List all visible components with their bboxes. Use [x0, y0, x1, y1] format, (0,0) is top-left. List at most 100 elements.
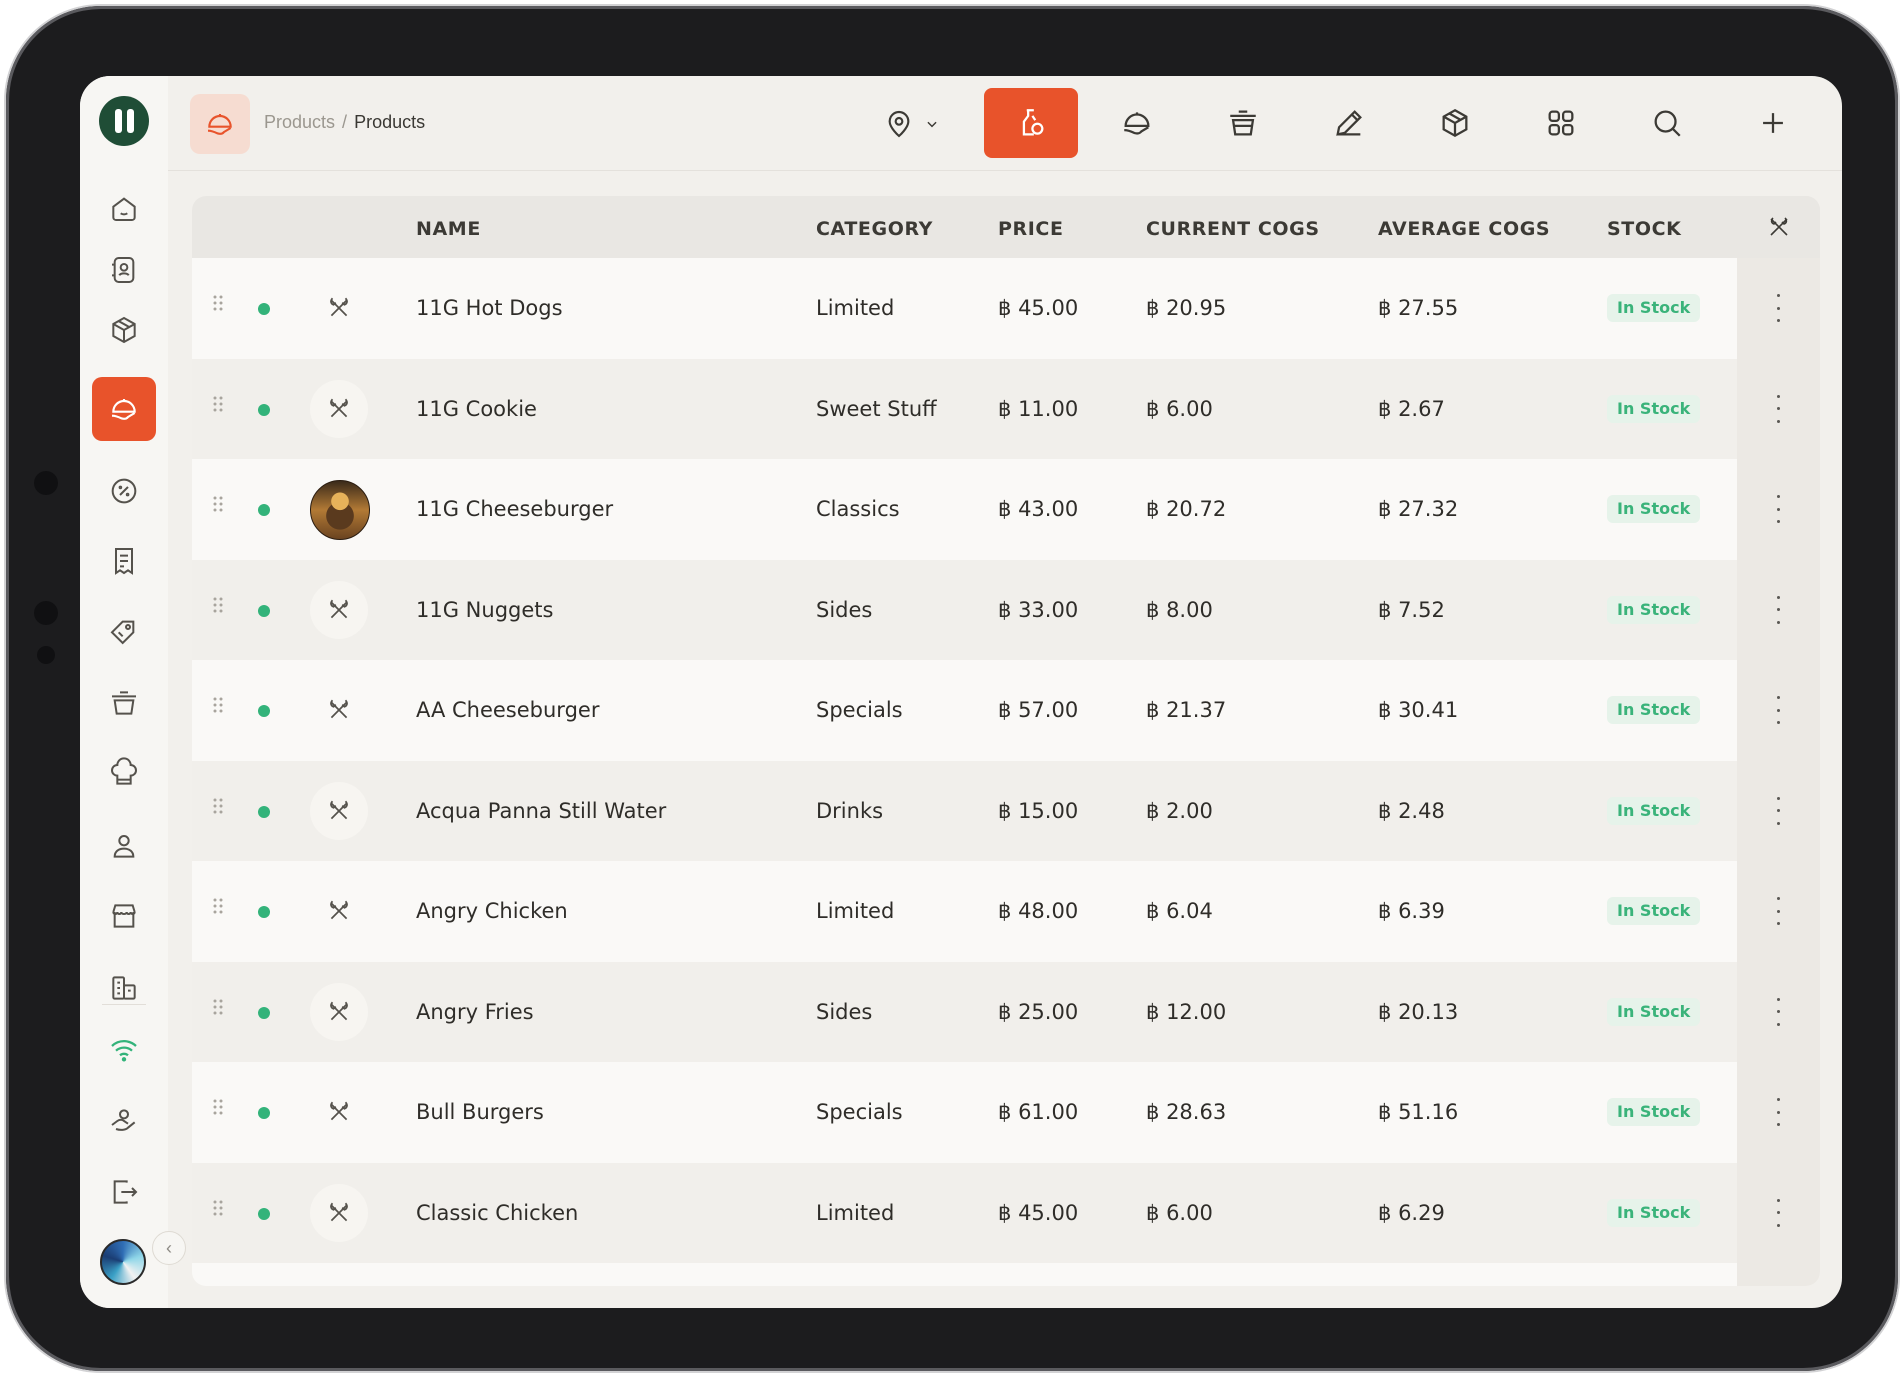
- sidebar-item-staff[interactable]: [92, 814, 156, 878]
- product-placeholder: [310, 379, 368, 438]
- product-price: ฿ 45.00: [998, 296, 1078, 320]
- table-row[interactable]: Acqua Panna Still Water Drinks ฿ 15.00 ฿ 2.…: [192, 760, 1737, 861]
- column-header-current-cogs[interactable]: CURRENT COGS: [1146, 218, 1320, 240]
- table-row[interactable]: 11G Cookie Sweet Stuff ฿ 11.00 ฿ 6.00 ฿ 2.67…: [192, 358, 1737, 459]
- collapse-sidebar-button[interactable]: ‹: [152, 1231, 186, 1265]
- search-button[interactable]: [1620, 88, 1714, 158]
- row-menu-icon[interactable]: [1775, 495, 1781, 523]
- sidebar-item-support[interactable]: [92, 1089, 156, 1153]
- row-menu-icon[interactable]: [1775, 294, 1781, 322]
- product-name[interactable]: 11G Cookie: [416, 397, 537, 421]
- product-image: [310, 480, 370, 540]
- avatar[interactable]: [100, 1239, 146, 1285]
- sidebar-item-products[interactable]: [92, 377, 156, 441]
- product-name[interactable]: Bull Burgers: [416, 1100, 544, 1124]
- row-menu-icon[interactable]: [1775, 1098, 1781, 1126]
- table-row[interactable]: AA Cheeseburger Specials ฿ 57.00 ฿ 21.37 ฿ 3…: [192, 660, 1737, 760]
- table-row[interactable]: Angry Chicken Limited ฿ 48.00 ฿ 6.04 ฿ 6.39 I…: [192, 861, 1737, 961]
- currency-symbol: ฿: [1378, 296, 1392, 320]
- active-status-dot: [258, 1107, 270, 1119]
- product-name[interactable]: Acqua Panna Still Water: [416, 799, 666, 823]
- chevron-left-icon: ‹: [166, 1237, 172, 1258]
- sidebar-item-chef[interactable]: [92, 741, 156, 805]
- table-row[interactable]: 11G Cheeseburger Classics ฿ 43.00 ฿ 20.72 ฿ …: [192, 459, 1737, 559]
- stock-badge: In Stock: [1607, 897, 1701, 925]
- food-tray-icon: [111, 399, 136, 420]
- drag-handle-icon[interactable]: [212, 1199, 224, 1217]
- currency-symbol: ฿: [1378, 798, 1392, 823]
- product-name[interactable]: 11G Cheeseburger: [416, 497, 613, 521]
- sidebar-item-connectivity[interactable]: [92, 1018, 156, 1082]
- product-name[interactable]: 11G Hot Dogs: [416, 296, 563, 320]
- row-menu-icon[interactable]: [1775, 595, 1781, 624]
- row-menu-icon[interactable]: [1775, 394, 1781, 423]
- currency-symbol: ฿: [1378, 1100, 1392, 1124]
- sidebar-item-logout[interactable]: [92, 1160, 156, 1224]
- table-row[interactable]: Bull Burgers Specials ฿ 61.00 ฿ 28.63 ฿ 51.1…: [192, 1062, 1737, 1162]
- stock-badge: In Stock: [1607, 796, 1701, 825]
- pots-tab[interactable]: [1196, 88, 1290, 158]
- ingredients-tab[interactable]: [984, 88, 1078, 158]
- currency-symbol: ฿: [998, 497, 1012, 521]
- average-cogs-value: 27.55: [1398, 296, 1459, 320]
- currency-symbol: ฿: [1378, 899, 1392, 923]
- product-name[interactable]: Classic Chicken: [416, 1201, 578, 1225]
- row-menu-icon[interactable]: [1775, 1198, 1781, 1227]
- average-cogs-value: 7.52: [1398, 597, 1445, 622]
- drag-handle-icon[interactable]: [212, 897, 224, 915]
- products-tab[interactable]: [1090, 88, 1184, 158]
- location-selector[interactable]: [883, 102, 963, 146]
- drag-handle-icon[interactable]: [212, 797, 224, 815]
- app-logo[interactable]: [99, 96, 149, 146]
- sidebar-item-store[interactable]: [92, 884, 156, 948]
- currency-symbol: ฿: [998, 1100, 1012, 1124]
- column-header-category[interactable]: CATEGORY: [816, 218, 933, 240]
- active-status-dot: [258, 1207, 270, 1220]
- edit-tab[interactable]: [1302, 88, 1396, 158]
- utensils-icon: [330, 800, 348, 819]
- breadcrumb-parent[interactable]: Products: [264, 112, 335, 132]
- sidebar-item-tags[interactable]: [92, 599, 156, 663]
- price-value: 61.00: [1018, 1100, 1079, 1124]
- table-row[interactable]: Angry Fries Sides ฿ 25.00 ฿ 12.00 ฿ 20.13 In …: [192, 961, 1737, 1062]
- column-settings-button[interactable]: [1737, 196, 1820, 258]
- product-name[interactable]: AA Cheeseburger: [416, 698, 599, 722]
- product-name[interactable]: 11G Nuggets: [416, 598, 553, 622]
- product-name[interactable]: Angry Chicken: [416, 899, 568, 923]
- column-header-average-cogs[interactable]: AVERAGE COGS: [1378, 218, 1550, 240]
- row-menu-icon[interactable]: [1775, 997, 1781, 1026]
- drag-handle-icon[interactable]: [212, 998, 224, 1016]
- drag-handle-icon[interactable]: [212, 395, 224, 413]
- product-category: Drinks: [816, 798, 884, 823]
- packages-tab[interactable]: [1408, 88, 1502, 158]
- add-button[interactable]: [1726, 88, 1820, 158]
- sidebar-item-buildings[interactable]: [92, 956, 156, 1020]
- drag-handle-icon[interactable]: [212, 596, 224, 614]
- sidebar-item-home[interactable]: [92, 176, 156, 240]
- average-cogs-value: 51.16: [1398, 1100, 1459, 1124]
- sidebar-item-discounts[interactable]: [92, 459, 156, 523]
- column-header-name[interactable]: NAME: [416, 218, 481, 240]
- table-row[interactable]: 11G Hot Dogs Limited ฿ 45.00 ฿ 20.95 ฿ 27.55…: [192, 258, 1737, 358]
- table-row[interactable]: Classic Chicken Limited ฿ 45.00 ฿ 6.00 ฿ 6.2…: [192, 1162, 1737, 1263]
- column-header-price[interactable]: PRICE: [998, 218, 1064, 240]
- sidebar-item-invoices[interactable]: [92, 529, 156, 593]
- drag-handle-icon[interactable]: [212, 294, 224, 312]
- row-menu-icon[interactable]: [1775, 796, 1781, 825]
- product-current-cogs: ฿ 21.37: [1146, 698, 1226, 722]
- row-menu-icon[interactable]: [1775, 696, 1781, 724]
- sidebar-item-cooking[interactable]: [92, 671, 156, 735]
- sidebar-item-contacts[interactable]: [92, 238, 156, 302]
- drag-handle-icon[interactable]: [212, 1098, 224, 1116]
- drag-handle-icon[interactable]: [212, 696, 224, 714]
- column-header-stock[interactable]: STOCK: [1607, 218, 1681, 240]
- grid-tab[interactable]: [1514, 88, 1608, 158]
- drag-handle-icon[interactable]: [212, 495, 224, 513]
- sidebar-item-inventory[interactable]: [92, 298, 156, 362]
- product-name[interactable]: Angry Fries: [416, 1000, 534, 1024]
- row-menu-icon[interactable]: [1775, 897, 1781, 925]
- logout-icon: [113, 1180, 138, 1204]
- stock-badge: In Stock: [1607, 495, 1701, 523]
- product-average-cogs: ฿ 6.29: [1378, 1201, 1445, 1225]
- table-row[interactable]: 11G Nuggets Sides ฿ 33.00 ฿ 8.00 ฿ 7.52 In St…: [192, 559, 1737, 660]
